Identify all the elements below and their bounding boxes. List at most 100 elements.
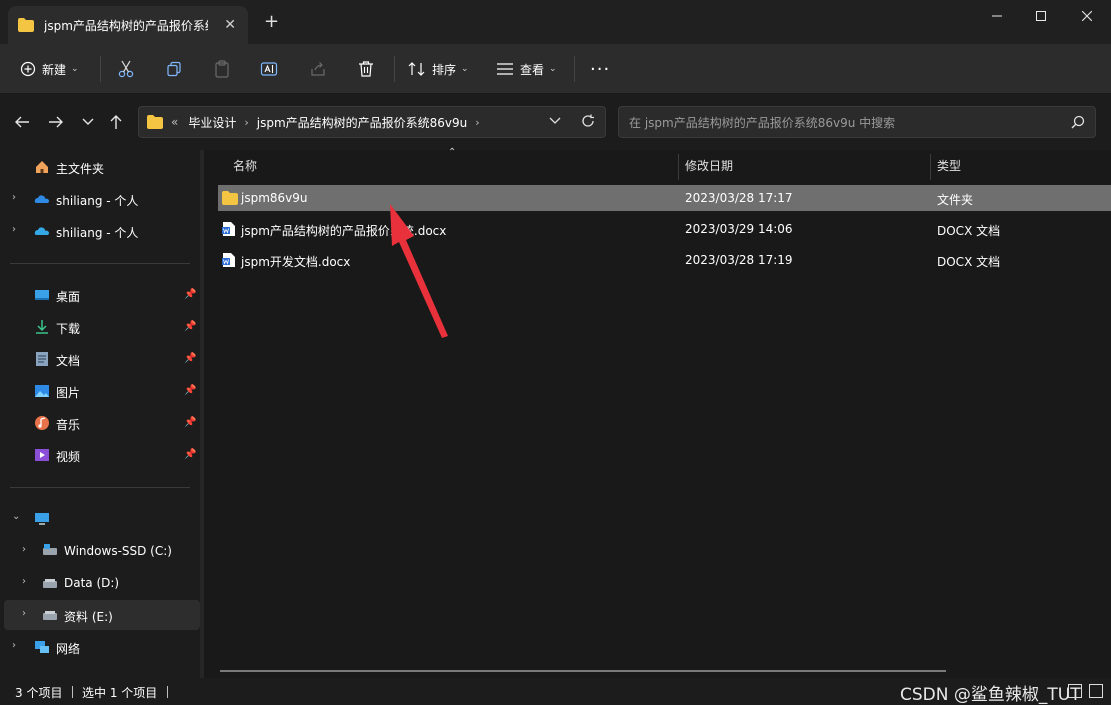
sidebar-item-network[interactable]: › 网络: [0, 632, 200, 662]
breadcrumb-overflow[interactable]: «: [171, 115, 178, 129]
address-row: « 毕业设计 › jspm产品结构树的产品报价系统86v9u › 在 jspm产…: [0, 94, 1111, 150]
sidebar-item-drive-e[interactable]: › 资料 (E:): [4, 600, 200, 630]
sidebar-item-drive-c[interactable]: › Windows-SSD (C:): [0, 536, 200, 566]
table-row[interactable]: jspm86v9u 2023/03/28 17:17 文件夹: [218, 185, 1111, 211]
chevron-right-icon[interactable]: ›: [475, 116, 479, 129]
view-button[interactable]: 查看 ⌄: [496, 56, 557, 82]
document-icon: [36, 352, 48, 366]
sidebar-item-desktop[interactable]: 桌面 📌: [0, 280, 200, 310]
chevron-right-icon[interactable]: ›: [22, 544, 26, 555]
refresh-button[interactable]: [581, 114, 595, 131]
column-header-type[interactable]: 类型: [937, 150, 961, 180]
toolbar-divider: [574, 56, 575, 82]
forward-button[interactable]: [46, 112, 66, 132]
sidebar-item-videos[interactable]: 视频 📌: [0, 440, 200, 470]
file-modified: 2023/03/28 17:19: [685, 253, 793, 267]
horizontal-scrollbar[interactable]: [220, 670, 946, 672]
sort-button[interactable]: 排序 ⌄: [408, 56, 469, 82]
column-header-modified[interactable]: 修改日期: [685, 150, 733, 180]
trash-icon: [359, 61, 373, 77]
tab-close-button[interactable]: ✕: [224, 17, 236, 33]
tab-current[interactable]: jspm产品结构树的产品报价系统 ✕: [8, 6, 248, 44]
table-row[interactable]: jspm开发文档.docx 2023/03/28 17:19 DOCX 文档: [218, 247, 1111, 273]
folder-icon: [147, 115, 163, 129]
chevron-down-icon[interactable]: ⌄: [12, 511, 20, 522]
sidebar-item-documents[interactable]: 文档 📌: [0, 344, 200, 374]
watermark-text: CSDN @鲨鱼辣椒_TUT: [900, 685, 1081, 705]
sidebar-item-drive-d[interactable]: › Data (D:): [0, 568, 200, 598]
sidebar-label: shiliang - 个人: [56, 226, 139, 240]
address-history-button[interactable]: [549, 114, 561, 128]
up-button[interactable]: [106, 112, 126, 132]
chevron-right-icon: ›: [244, 115, 249, 129]
video-icon: [35, 449, 49, 461]
sidebar-label: 下载: [56, 322, 81, 336]
chevron-right-icon[interactable]: ›: [22, 608, 26, 619]
copy-button[interactable]: [166, 56, 182, 82]
cloud-icon: [34, 195, 49, 203]
download-icon: [36, 320, 48, 334]
chevron-right-icon[interactable]: ›: [12, 224, 16, 235]
arrow-left-icon: [15, 116, 29, 128]
network-icon: [35, 641, 49, 653]
paste-button[interactable]: [214, 56, 230, 82]
file-modified: 2023/03/28 17:17: [685, 191, 793, 205]
navigation-pane: 主文件夹 › shiliang - 个人 › shiliang - 个人 桌面 …: [0, 150, 200, 678]
rename-button[interactable]: [260, 56, 278, 82]
column-divider[interactable]: [678, 154, 679, 180]
details-view-toggle[interactable]: [1068, 684, 1082, 698]
refresh-icon: [582, 114, 594, 127]
file-name: jspm86v9u: [241, 191, 308, 205]
sidebar-item-downloads[interactable]: 下载 📌: [0, 312, 200, 342]
sidebar-item-this-pc[interactable]: ⌄: [0, 504, 200, 534]
word-document-icon: [222, 222, 235, 236]
recent-locations-button[interactable]: [78, 112, 98, 132]
tiles-view-toggle[interactable]: [1089, 684, 1103, 698]
breadcrumb-item[interactable]: 毕业设计: [188, 114, 236, 131]
search-input[interactable]: 在 jspm产品结构树的产品报价系统86v9u 中搜索: [618, 106, 1096, 138]
column-header-name[interactable]: 名称: [233, 150, 257, 180]
sort-button-label: 排序: [432, 62, 457, 77]
sidebar-label: 音乐: [56, 418, 81, 432]
sidebar-item-pictures[interactable]: 图片 📌: [0, 376, 200, 406]
minimize-icon: [992, 15, 1002, 17]
sidebar-label: shiliang - 个人: [56, 194, 139, 208]
delete-button[interactable]: [358, 56, 374, 82]
picture-icon: [35, 385, 49, 397]
chevron-down-icon: [549, 117, 561, 124]
new-button[interactable]: 新建 ⌄: [20, 56, 79, 82]
sidebar-label: Windows-SSD (C:): [64, 544, 172, 558]
sidebar-item-music[interactable]: 音乐 📌: [0, 408, 200, 438]
address-bar[interactable]: « 毕业设计 › jspm产品结构树的产品报价系统86v9u ›: [138, 106, 606, 138]
cut-button[interactable]: [118, 56, 134, 82]
status-divider: [167, 686, 168, 698]
share-button[interactable]: [310, 56, 326, 82]
computer-icon: [35, 513, 49, 525]
chevron-right-icon[interactable]: ›: [22, 576, 26, 587]
table-row[interactable]: jspm产品结构树的产品报价系统.docx 2023/03/29 14:06 D…: [218, 216, 1111, 242]
minimize-button[interactable]: [982, 6, 1012, 26]
toolbar-divider: [100, 56, 101, 82]
list-view-icon: [497, 63, 513, 75]
sort-ascending-icon: ⌃: [448, 147, 457, 158]
sidebar-item-onedrive-1[interactable]: › shiliang - 个人: [0, 184, 200, 214]
breadcrumb-item[interactable]: jspm产品结构树的产品报价系统86v9u: [257, 114, 468, 131]
file-list: ⌃ 名称 修改日期 类型 jspm86v9u 2023/03/28 17:17 …: [204, 147, 1111, 678]
maximize-icon: [1036, 11, 1046, 21]
word-document-icon: [222, 253, 235, 267]
sidebar-label: 主文件夹: [56, 162, 105, 176]
new-tab-button[interactable]: +: [264, 12, 279, 32]
chevron-right-icon[interactable]: ›: [12, 640, 16, 651]
column-divider[interactable]: [930, 154, 931, 180]
back-button[interactable]: [12, 112, 32, 132]
tab-title: jspm产品结构树的产品报价系统: [44, 18, 208, 33]
sidebar-label: 桌面: [56, 290, 81, 304]
sidebar-item-onedrive-2[interactable]: › shiliang - 个人: [0, 216, 200, 246]
pin-icon: 📌: [184, 353, 197, 364]
pin-icon: 📌: [184, 289, 197, 300]
sidebar-item-home[interactable]: 主文件夹: [0, 152, 200, 182]
chevron-right-icon[interactable]: ›: [12, 192, 16, 203]
maximize-button[interactable]: [1026, 6, 1056, 26]
close-window-button[interactable]: [1072, 6, 1102, 26]
more-options-button[interactable]: ···: [590, 56, 610, 82]
